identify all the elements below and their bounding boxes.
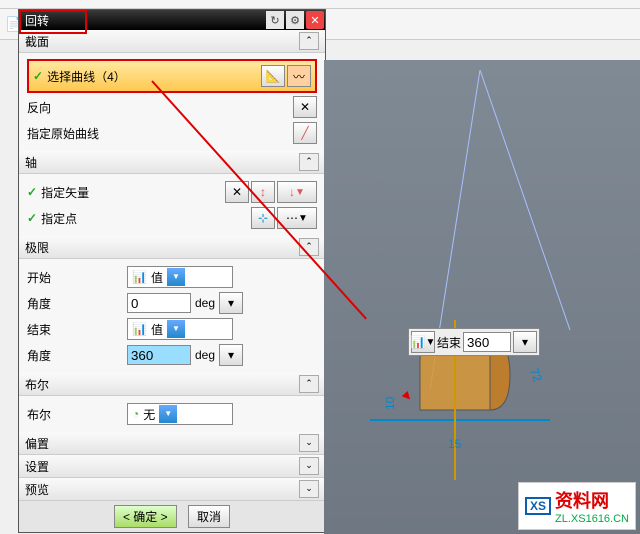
boolean-label: 布尔 xyxy=(27,406,127,423)
start-type-select[interactable]: 📊 值 ▼ xyxy=(127,266,233,288)
end-angle-input[interactable] xyxy=(127,345,191,365)
chevron-down-icon[interactable]: ⌄ xyxy=(299,457,319,475)
angle-menu-icon[interactable]: ▾ xyxy=(219,292,243,314)
dialog-title: 回转 xyxy=(19,12,55,29)
boolean-title: 布尔 xyxy=(25,376,49,393)
angle-label: 角度 xyxy=(27,347,127,364)
unit-deg: deg xyxy=(195,348,215,362)
chevron-up-icon[interactable]: ⌃ xyxy=(299,32,319,50)
preview-label: 预览 xyxy=(25,481,49,498)
point-pick-icon[interactable]: ⊹ xyxy=(251,207,275,229)
float-end-input[interactable] xyxy=(463,332,511,352)
chevron-down-icon[interactable]: ⌄ xyxy=(299,434,319,452)
float-end-label: 结束 xyxy=(437,334,461,351)
dialog-titlebar[interactable]: 回转 ↻ ⚙ ✕ xyxy=(19,10,325,30)
section-settings[interactable]: 设置 ⌄ xyxy=(19,455,325,478)
angle-label: 角度 xyxy=(27,295,127,312)
reset-icon[interactable]: ↻ xyxy=(266,11,284,29)
vector-axis-icon[interactable]: ↕ xyxy=(251,181,275,203)
cancel-button[interactable]: 取消 xyxy=(188,505,230,528)
watermark-url: ZL.XS1616.CN xyxy=(555,513,629,525)
start-label: 开始 xyxy=(27,269,127,286)
chevron-down-icon[interactable]: ⌄ xyxy=(299,480,319,498)
vector-dropdown[interactable]: ↓▼ xyxy=(277,181,317,203)
vector-label: 指定矢量 xyxy=(41,184,89,201)
check-icon: ✓ xyxy=(27,185,37,199)
value-icon: 📊 xyxy=(132,270,147,284)
float-menu-icon[interactable]: ▾ xyxy=(513,331,537,353)
boolean-value: 无 xyxy=(143,406,155,423)
check-icon: ✓ xyxy=(33,69,43,83)
point-label: 指定点 xyxy=(41,210,77,227)
revolve-dialog: 回转 ↻ ⚙ ✕ 截面 ⌃ ✓ 选择曲线（4） 📐 〰 反向 ✕ 指定原始曲线 … xyxy=(18,9,326,533)
dropdown-arrow-icon[interactable]: ▼ xyxy=(167,320,185,338)
section-header-limits[interactable]: 极限 ⌃ xyxy=(19,236,325,259)
section-title: 截面 xyxy=(25,33,49,50)
none-icon: ◔ xyxy=(132,407,139,421)
unit-deg: deg xyxy=(195,296,215,310)
value-icon[interactable]: 📊▼ xyxy=(411,331,435,353)
reverse-direction-icon[interactable]: ✕ xyxy=(293,96,317,118)
select-curve-row[interactable]: ✓ 选择曲线（4） 📐 〰 xyxy=(27,59,317,93)
origin-curve-label: 指定原始曲线 xyxy=(27,125,99,142)
start-angle-input[interactable] xyxy=(127,293,191,313)
dim-height: 10 xyxy=(383,396,397,410)
gear-icon[interactable]: ⚙ xyxy=(286,11,304,29)
reverse-row: 反向 ✕ xyxy=(27,95,317,119)
chevron-up-icon[interactable]: ⌃ xyxy=(299,375,319,393)
origin-curve-row: 指定原始曲线 ╱ xyxy=(27,121,317,145)
section-header-boolean[interactable]: 布尔 ⌃ xyxy=(19,373,325,396)
curve-icon[interactable]: 〰 xyxy=(287,65,311,87)
chevron-up-icon[interactable]: ⌃ xyxy=(299,153,319,171)
sketch-icon[interactable]: 📐 xyxy=(261,65,285,87)
end-type-value: 值 xyxy=(151,321,163,338)
offset-label: 偏置 xyxy=(25,435,49,452)
section-offset[interactable]: 偏置 ⌄ xyxy=(19,432,325,455)
model-preview: 15 10 72 xyxy=(370,70,630,510)
origin-curve-icon[interactable]: ╱ xyxy=(293,122,317,144)
angle-menu-icon[interactable]: ▾ xyxy=(219,344,243,366)
dialog-footer: < 确定 > 取消 xyxy=(19,501,325,532)
dropdown-arrow-icon[interactable]: ▼ xyxy=(159,405,177,423)
end-type-select[interactable]: 📊 值 ▼ xyxy=(127,318,233,340)
dim-angle: 72 xyxy=(527,366,545,384)
start-type-value: 值 xyxy=(151,269,163,286)
specify-vector-row: ✓ 指定矢量 ✕ ↕ ↓▼ xyxy=(27,180,317,204)
watermark: XS 资料网 ZL.XS1616.CN xyxy=(518,482,636,530)
watermark-text: 资料网 xyxy=(555,487,629,513)
value-icon: 📊 xyxy=(132,322,147,336)
dropdown-arrow-icon[interactable]: ▼ xyxy=(167,268,185,286)
axis-title: 轴 xyxy=(25,154,37,171)
select-curve-label: 选择曲线（4） xyxy=(47,68,126,85)
end-label: 结束 xyxy=(27,321,127,338)
ok-button[interactable]: < 确定 > xyxy=(114,505,177,528)
section-header-axis[interactable]: 轴 ⌃ xyxy=(19,151,325,174)
close-icon[interactable]: ✕ xyxy=(306,11,324,29)
section-preview[interactable]: 预览 ⌄ xyxy=(19,478,325,501)
watermark-logo: XS xyxy=(525,497,551,515)
check-icon: ✓ xyxy=(27,211,37,225)
float-end-dropdown[interactable]: 📊▼ 结束 ▾ xyxy=(408,328,540,356)
dim-width: 15 xyxy=(448,437,462,451)
reverse-label: 反向 xyxy=(27,99,51,116)
settings-label: 设置 xyxy=(25,458,49,475)
boolean-select[interactable]: ◔ 无 ▼ xyxy=(127,403,233,425)
section-header-section[interactable]: 截面 ⌃ xyxy=(19,30,325,53)
limits-title: 极限 xyxy=(25,239,49,256)
